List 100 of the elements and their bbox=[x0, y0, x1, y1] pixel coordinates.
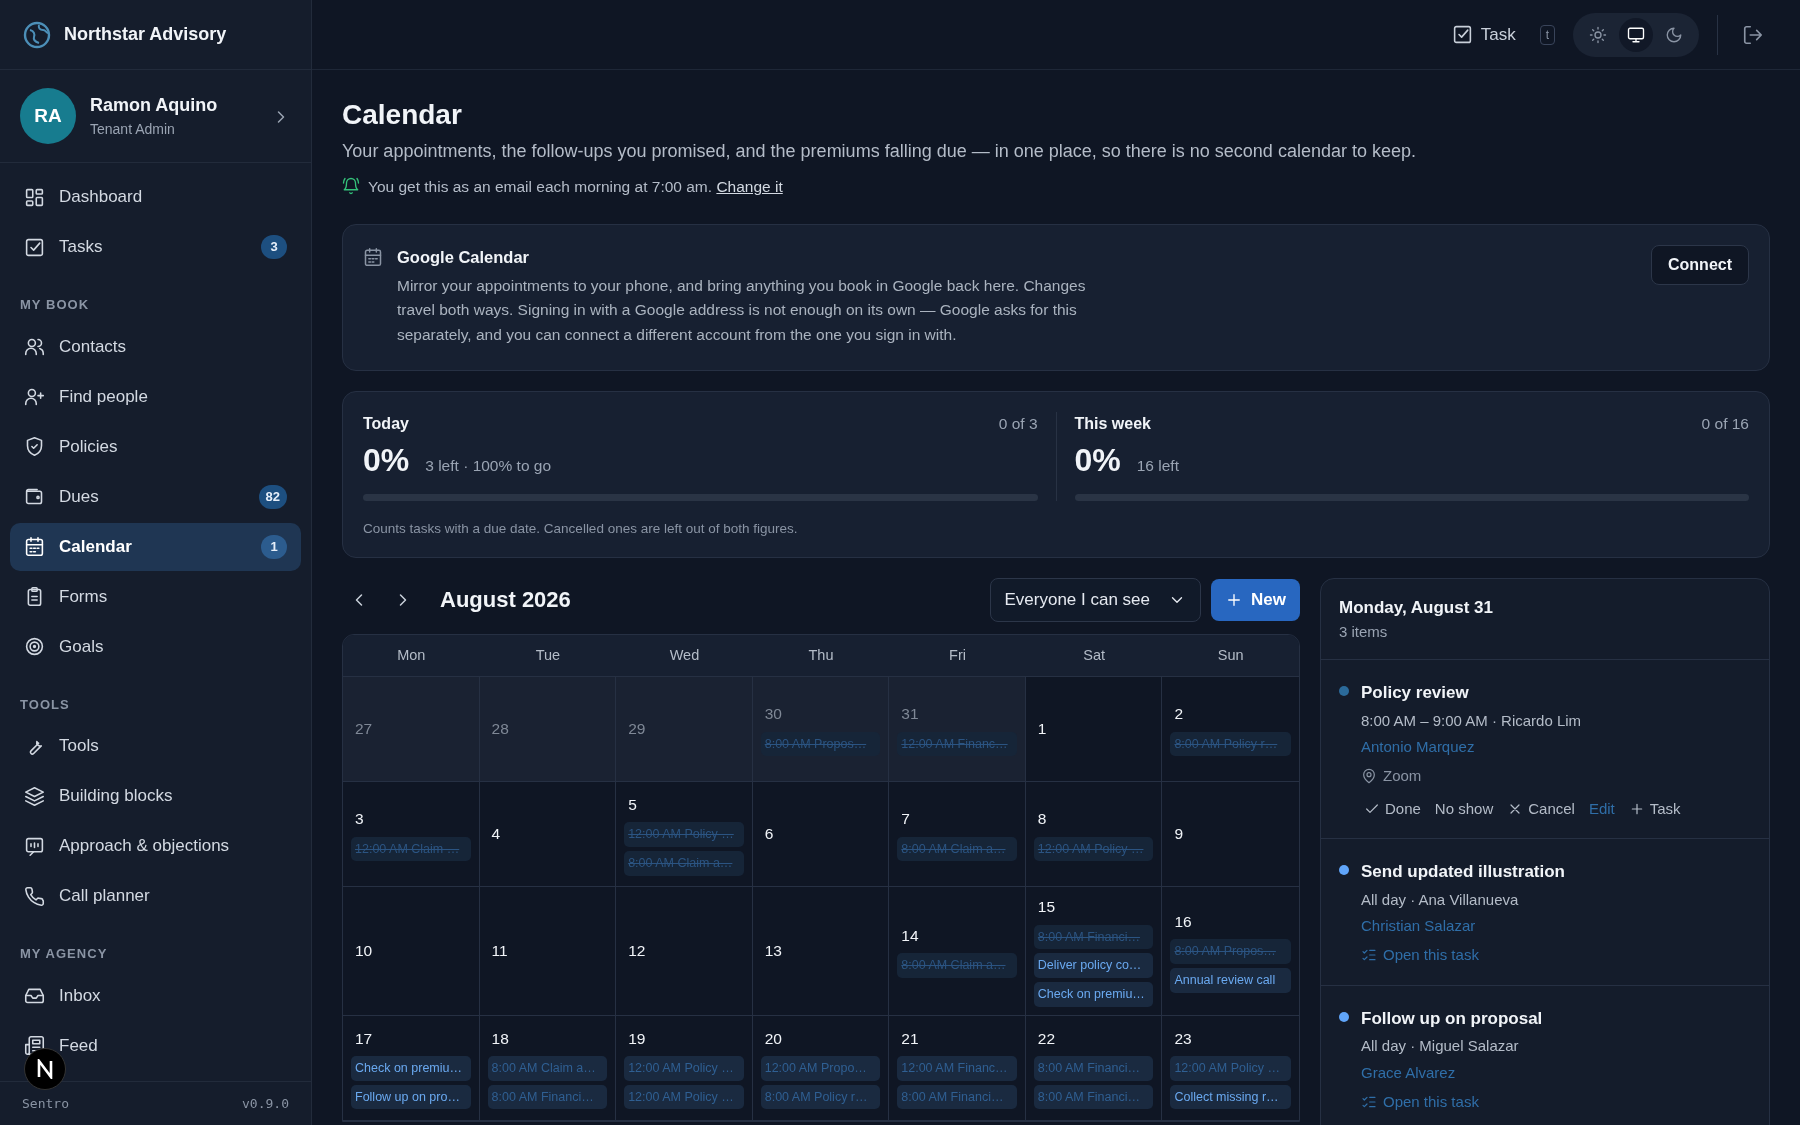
day-number: 18 bbox=[490, 1028, 510, 1049]
weekday-header: Sat bbox=[1025, 634, 1163, 678]
action-button[interactable]: Done bbox=[1361, 797, 1424, 821]
action-button[interactable]: No show bbox=[1431, 797, 1497, 821]
day-number: 17 bbox=[354, 1028, 374, 1049]
phone-icon bbox=[24, 885, 45, 907]
progress-label: Today bbox=[363, 414, 409, 434]
sidebar-item[interactable]: Approach & objections bbox=[10, 822, 301, 870]
day-cell[interactable]: 28 bbox=[479, 677, 617, 783]
new-task-button[interactable]: Task bbox=[1445, 20, 1522, 49]
sidebar-item[interactable]: Inbox bbox=[10, 971, 301, 1020]
brand-name: Northstar Advisory bbox=[64, 23, 227, 46]
day-number: 22 bbox=[1036, 1028, 1057, 1049]
day-cell[interactable]: 27 bbox=[343, 677, 480, 783]
wallet-icon bbox=[24, 486, 45, 507]
sidebar-item[interactable]: Tasks 3 bbox=[10, 223, 301, 271]
day-cell[interactable]: 10 bbox=[343, 887, 480, 1016]
action-button[interactable]: Cancel bbox=[1504, 797, 1578, 821]
layers-icon bbox=[24, 785, 45, 807]
day-cell[interactable]: 8 12:00 AM Policy … bbox=[1025, 782, 1163, 888]
progress-count: 0 of 16 bbox=[1701, 414, 1749, 434]
calendar-event[interactable]: Deliver policy co… bbox=[1033, 953, 1154, 979]
change-link[interactable]: Change it bbox=[716, 177, 783, 195]
sidebar-item[interactable]: Tools bbox=[10, 722, 301, 770]
day-cell[interactable]: 30 8:00 AM Propos… bbox=[752, 677, 890, 783]
people-icon bbox=[24, 336, 45, 357]
user-name: Ramon Aquino bbox=[90, 94, 219, 117]
chat-icon bbox=[24, 835, 45, 857]
day-cell[interactable]: 14 8:00 AM Claim a… bbox=[889, 887, 1026, 1016]
version-label: v0.9.0 bbox=[242, 1094, 289, 1113]
user-role: Tenant Admin bbox=[90, 120, 176, 139]
day-cell[interactable]: 9 bbox=[1162, 782, 1299, 888]
day-number: 10 bbox=[354, 940, 374, 961]
day-cell[interactable]: 13 bbox=[752, 887, 890, 1016]
day-cell[interactable]: 31 12:00 AM Financ… bbox=[889, 677, 1026, 783]
calendar-event[interactable]: Annual review call bbox=[1170, 967, 1291, 993]
sidebar-item[interactable]: Forms bbox=[10, 572, 301, 621]
day-cell[interactable]: 15 8:00 AM Financi… Deliver policy co… Check on premiu… bbox=[1025, 887, 1163, 1016]
item-count: 3 items bbox=[1339, 621, 1389, 642]
panel-title: Monday, August 31 bbox=[1339, 597, 1494, 620]
progress-label: This week bbox=[1074, 414, 1151, 434]
day-number: 13 bbox=[763, 940, 783, 961]
dashboard-grid-icon bbox=[24, 186, 45, 208]
item-meta: All day · Miguel Salazar bbox=[1361, 1036, 1520, 1057]
calendar-icon bbox=[24, 536, 45, 557]
connect-button[interactable]: Connect bbox=[1651, 244, 1749, 285]
weekday-header: Fri bbox=[889, 634, 1026, 678]
location-pin-icon bbox=[1361, 768, 1377, 785]
calendar-event[interactable]: Check on premiu… bbox=[1033, 982, 1154, 1007]
day-cell[interactable]: 23 12:00 AM Policy … Collect missing r… bbox=[1162, 1016, 1299, 1121]
day-number: 28 bbox=[490, 718, 510, 739]
day-cell[interactable]: 16 8:00 AM Propos… Annual review call bbox=[1162, 887, 1299, 1016]
day-cell[interactable]: 1 bbox=[1025, 677, 1163, 783]
weekday-header: Wed bbox=[616, 634, 753, 678]
new-button[interactable]: New bbox=[1211, 579, 1300, 621]
calendar-event[interactable]: Check on premiu… bbox=[351, 1055, 471, 1081]
day-cell[interactable]: 17 Check on premiu… Follow up on pro… bbox=[343, 1016, 480, 1121]
sidebar-item[interactable]: Dashboard bbox=[10, 173, 301, 221]
sidebar-item[interactable]: Find people bbox=[10, 372, 301, 421]
day-cell[interactable]: 12 bbox=[616, 887, 753, 1016]
sidebar-item[interactable]: Goals bbox=[10, 622, 301, 671]
letter-logo-icon bbox=[36, 1058, 54, 1079]
day-cell[interactable]: 3 12:00 AM Claim … bbox=[343, 782, 480, 888]
progress-detail: 3 left · 100% to go bbox=[425, 456, 552, 476]
day-number: 3 bbox=[354, 809, 365, 830]
count-badge: 82 bbox=[258, 484, 287, 509]
day-number: 9 bbox=[1173, 823, 1185, 844]
calendar-event[interactable]: Follow up on pro… bbox=[351, 1084, 471, 1110]
day-number: 14 bbox=[900, 926, 920, 947]
count-badge: 3 bbox=[261, 235, 287, 259]
sidebar-item[interactable]: Building blocks bbox=[10, 772, 301, 820]
calendar-icon bbox=[363, 246, 383, 267]
progress-percent: 0% bbox=[363, 441, 410, 480]
globe-logo-icon bbox=[22, 19, 52, 50]
day-cell[interactable]: 7 8:00 AM Claim a… bbox=[889, 782, 1026, 888]
location-text: Zoom bbox=[1383, 766, 1422, 787]
people-filter-dropdown[interactable]: Everyone I can see bbox=[989, 578, 1202, 622]
day-number: 19 bbox=[627, 1028, 647, 1049]
checkbox-icon bbox=[24, 236, 45, 258]
action-button[interactable]: Task bbox=[1625, 797, 1684, 821]
user-avatar[interactable]: RA bbox=[20, 88, 76, 144]
page-title: Calendar bbox=[342, 98, 463, 132]
day-cell[interactable]: 6 bbox=[752, 782, 890, 888]
sidebar-item[interactable]: Contacts bbox=[10, 322, 301, 371]
sidebar-item[interactable]: Call planner bbox=[10, 872, 301, 920]
theme-button[interactable] bbox=[1619, 17, 1653, 52]
day-cell[interactable]: 11 bbox=[479, 887, 617, 1016]
day-cell[interactable]: 4 bbox=[479, 782, 617, 888]
day-number: 16 bbox=[1173, 911, 1193, 932]
sidebar-item[interactable]: Policies bbox=[10, 422, 301, 471]
calendar-event[interactable]: Collect missing r… bbox=[1170, 1084, 1291, 1110]
day-cell[interactable]: 29 bbox=[616, 677, 753, 783]
day-number: 5 bbox=[627, 795, 638, 816]
day-number: 1 bbox=[1036, 718, 1048, 739]
day-cell[interactable]: 2 8:00 AM Policy r… bbox=[1162, 677, 1299, 783]
shortcut-key: t bbox=[1539, 24, 1555, 45]
card-description: Mirror your appointments to your phone, and bring anything you book in Google back here. Changes travel both ways. Signing in with a Google address is not enough on its own — Google asks for this separately, and you can connect a different account from the one you sign in with. bbox=[397, 275, 1087, 346]
sidebar-item[interactable]: Dues 82 bbox=[10, 472, 301, 521]
moon-icon bbox=[1665, 25, 1683, 44]
sidebar-item[interactable]: Calendar 1 bbox=[10, 522, 301, 571]
